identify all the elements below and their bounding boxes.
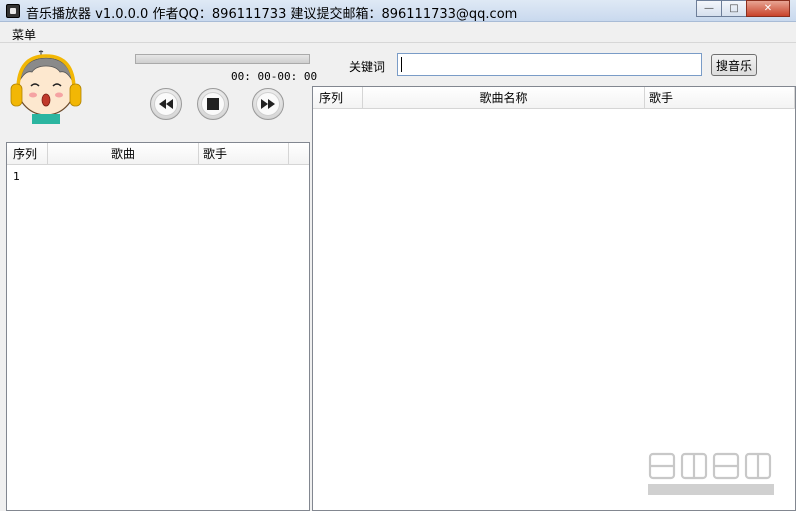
window-controls: — □ ✕ — [696, 0, 790, 17]
column-header-artist[interactable]: 歌手 — [199, 143, 289, 165]
playlist[interactable]: 序列 歌曲 歌手 1 — [6, 142, 310, 511]
close-icon: ✕ — [763, 3, 773, 14]
stop-button[interactable] — [197, 88, 229, 120]
column-header-index[interactable]: 序列 — [7, 143, 48, 165]
minimize-button[interactable]: — — [696, 0, 722, 17]
search-button[interactable]: 搜音乐 — [711, 54, 757, 76]
keyword-label: 关键词 — [349, 60, 386, 74]
menu-bar: 菜单 — [0, 23, 796, 43]
minimize-icon: — — [704, 3, 714, 14]
fast-forward-icon — [261, 99, 275, 109]
results-header: 序列 歌曲名称 歌手 — [313, 87, 795, 109]
fast-forward-button[interactable] — [252, 88, 284, 120]
table-row[interactable]: 1 — [13, 170, 20, 183]
column-header-song[interactable]: 歌曲 — [48, 143, 199, 165]
app-icon — [6, 4, 20, 18]
row-index: 1 — [13, 170, 20, 183]
progress-bar[interactable] — [135, 54, 310, 64]
column-header-song-name[interactable]: 歌曲名称 — [363, 87, 645, 109]
watermark-logo — [648, 452, 774, 495]
search-input[interactable] — [397, 53, 702, 76]
maximize-icon: □ — [729, 3, 739, 14]
title-bar[interactable]: 音乐播放器 v1.0.0.0 作者QQ：896111733 建议提交邮箱：896… — [0, 0, 796, 22]
rewind-button[interactable] — [150, 88, 182, 120]
rewind-icon — [159, 99, 173, 109]
avatar — [10, 50, 82, 124]
playlist-header: 序列 歌曲 歌手 — [7, 143, 309, 165]
menu-item-main[interactable]: 菜单 — [12, 26, 36, 43]
text-caret — [401, 57, 402, 72]
time-display: 00: 00-00: 00 — [231, 70, 318, 83]
column-header-artist[interactable]: 歌手 — [645, 87, 795, 109]
close-button[interactable]: ✕ — [746, 0, 790, 17]
column-header-index[interactable]: 序列 — [313, 87, 363, 109]
maximize-button[interactable]: □ — [721, 0, 747, 17]
window-title: 音乐播放器 v1.0.0.0 作者QQ：896111733 建议提交邮箱：896… — [26, 7, 518, 22]
stop-icon — [207, 98, 219, 110]
